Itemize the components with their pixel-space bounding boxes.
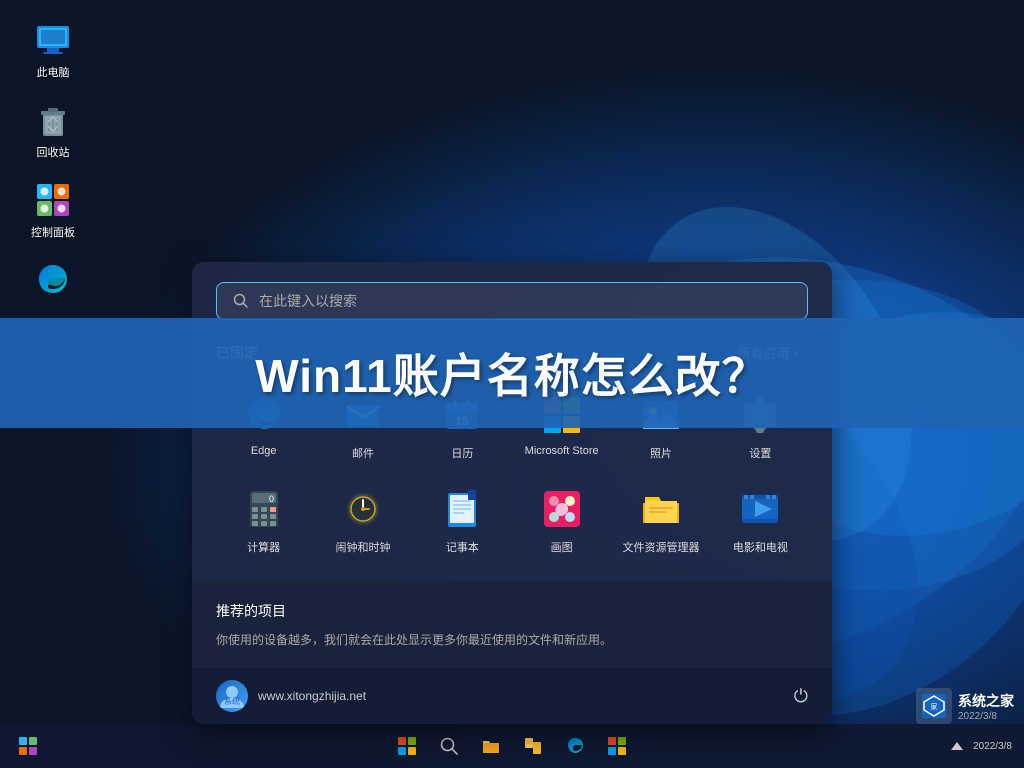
calculator-icon: 0: [240, 485, 288, 533]
taskbar-left: [12, 730, 44, 762]
desktop-icon-control-panel[interactable]: 控制面板: [18, 180, 88, 240]
search-icon: [233, 293, 249, 309]
app-explorer[interactable]: 文件资源管理器: [613, 475, 708, 565]
desktop-icons: 此电脑 回收站: [18, 20, 88, 304]
explorer-label: 文件资源管理器: [622, 539, 699, 555]
search-bar[interactable]: 在此键入以搜索: [216, 282, 808, 320]
svg-text:家: 家: [931, 702, 938, 711]
taskbar: 2022/3/8: [0, 724, 1024, 768]
notepad-label: 记事本: [446, 539, 479, 555]
recommended-title: 推荐的项目: [216, 601, 808, 621]
control-panel-label: 控制面板: [31, 224, 75, 240]
recommended-section: 推荐的项目 你使用的设备越多，我们就会在此处显示更多你最近使用的文件和新应用。: [192, 581, 832, 668]
taskbar-datetime: 2022/3/8: [973, 741, 1012, 752]
svg-text:系统: 系统: [224, 696, 240, 706]
watermark: 家 系统之家 2022/3/8: [916, 688, 1014, 724]
explorer-icon: [637, 485, 685, 533]
banner: Win11账户名称怎么改？: [0, 318, 1024, 428]
user-avatar: 系统: [216, 680, 248, 712]
edge-desktop-icon: [33, 260, 73, 300]
watermark-logo: 家: [916, 688, 952, 724]
clock-label: 闹钟和时钟: [335, 539, 390, 555]
calculator-label: 计算器: [247, 539, 280, 555]
taskbar-edge-button[interactable]: [559, 730, 591, 762]
settings-label: 设置: [749, 445, 771, 461]
taskbar-explorer-button[interactable]: [475, 730, 507, 762]
notepad-icon: [438, 485, 486, 533]
taskbar-center: [391, 730, 633, 762]
user-info[interactable]: 系统 www.xitongzhijia.net: [216, 680, 366, 712]
svg-text:0: 0: [269, 494, 274, 504]
taskbar-store-button[interactable]: [601, 730, 633, 762]
watermark-text: 系统之家 2022/3/8: [958, 691, 1014, 722]
clock-icon: [339, 485, 387, 533]
photos-label: 照片: [650, 445, 672, 461]
store-label: Microsoft Store: [525, 445, 599, 457]
movies-icon: [736, 485, 784, 533]
taskbar-widgets-icon[interactable]: [12, 730, 44, 762]
desktop-icon-this-pc[interactable]: 此电脑: [18, 20, 88, 80]
taskbar-files-button[interactable]: [517, 730, 549, 762]
desktop-icon-edge[interactable]: [18, 260, 88, 304]
taskbar-search-button[interactable]: [433, 730, 465, 762]
this-pc-label: 此电脑: [37, 64, 70, 80]
movies-label: 电影和电视: [733, 539, 788, 555]
control-panel-icon: [33, 180, 73, 220]
desktop-icon-recycle-bin[interactable]: 回收站: [18, 100, 88, 160]
mail-label: 邮件: [352, 445, 374, 461]
watermark-site: 系统之家: [958, 691, 1014, 711]
taskbar-right: 2022/3/8: [949, 738, 1012, 754]
app-paint[interactable]: 画图: [514, 475, 609, 565]
user-website: www.xitongzhijia.net: [258, 689, 366, 703]
paint-icon: [538, 485, 586, 533]
edge-label: Edge: [251, 445, 277, 457]
search-placeholder: 在此键入以搜索: [259, 291, 357, 311]
power-button[interactable]: ⏻: [794, 686, 808, 707]
this-pc-icon: [33, 20, 73, 60]
app-clock[interactable]: 闹钟和时钟: [315, 475, 410, 565]
taskbar-chevron-icon[interactable]: [949, 738, 965, 754]
recycle-bin-label: 回收站: [37, 144, 70, 160]
recommended-desc: 你使用的设备越多，我们就会在此处显示更多你最近使用的文件和新应用。: [216, 631, 808, 648]
paint-label: 画图: [551, 539, 573, 555]
recycle-bin-icon: [33, 100, 73, 140]
app-movies[interactable]: 电影和电视: [713, 475, 808, 565]
app-calculator[interactable]: 0 计算器: [216, 475, 311, 565]
calendar-label: 日历: [451, 445, 473, 461]
watermark-date: 2022/3/8: [958, 711, 1014, 722]
banner-text: Win11账户名称怎么改？: [30, 340, 994, 406]
app-notepad[interactable]: 记事本: [415, 475, 510, 565]
taskbar-start-button[interactable]: [391, 730, 423, 762]
desktop: 此电脑 回收站: [0, 0, 1024, 768]
start-menu-footer: 系统 www.xitongzhijia.net ⏻: [192, 668, 832, 724]
